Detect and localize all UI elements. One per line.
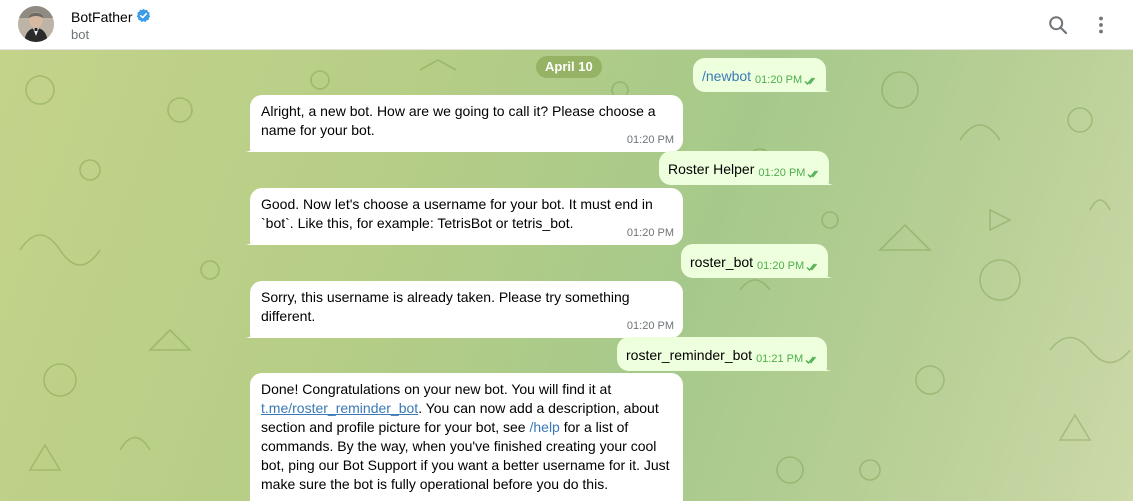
- outgoing-message[interactable]: Roster Helper 01:20 PM: [659, 151, 836, 185]
- message-meta: 01:21 PM: [756, 350, 819, 369]
- message-time: 01:20 PM: [757, 260, 805, 272]
- search-button[interactable]: [1043, 10, 1073, 40]
- chat-name: BotFather: [71, 9, 133, 25]
- chat-subtitle: bot: [71, 27, 90, 42]
- message-text-part: Done! Congratulations on your new bot. Y…: [261, 381, 612, 397]
- bubble-tail: [825, 175, 836, 185]
- message-meta: 01:20 PM: [758, 164, 821, 183]
- double-check-icon: [804, 77, 816, 85]
- bubble-tail: [244, 328, 254, 338]
- chat-area[interactable]: April 10 /newbot 01:20 PM Alright, a new …: [0, 50, 1133, 501]
- bot-link[interactable]: t.me/roster_reminder_bot: [261, 400, 418, 416]
- message-time: 01:20 PM: [626, 320, 674, 332]
- message-meta: 01:20 PM: [755, 71, 818, 90]
- bubble-tail: [823, 361, 834, 371]
- message-time: 01:20 PM: [758, 167, 806, 179]
- chat-title[interactable]: BotFather: [71, 8, 151, 26]
- bubble-tail: [244, 235, 254, 245]
- double-check-icon: [806, 263, 818, 271]
- message-text: roster_reminder_bot: [626, 347, 753, 363]
- chat-header: BotFather bot: [0, 0, 1133, 50]
- incoming-message[interactable]: Good. Now let's choose a username for yo…: [244, 188, 683, 245]
- bubble-tail: [822, 82, 833, 92]
- outgoing-message[interactable]: roster_bot 01:20 PM: [681, 244, 835, 278]
- message-text: Good. Now let's choose a username for yo…: [261, 196, 653, 231]
- verified-badge-icon: [136, 8, 151, 26]
- avatar[interactable]: [18, 6, 54, 42]
- search-icon: [1049, 16, 1068, 35]
- bubble-tail: [244, 142, 254, 152]
- message-text: roster_bot: [690, 254, 754, 270]
- more-menu-button[interactable]: [1086, 10, 1116, 40]
- date-separator: April 10: [536, 56, 602, 78]
- outgoing-message[interactable]: /newbot 01:20 PM: [693, 58, 833, 92]
- more-vertical-icon: [1099, 16, 1103, 34]
- incoming-message[interactable]: Sorry, this username is already taken. P…: [244, 281, 683, 338]
- outgoing-message[interactable]: roster_reminder_bot 01:21 PM: [617, 337, 834, 371]
- message-time: 01:20 PM: [626, 134, 674, 146]
- message-time: 01:21 PM: [756, 353, 804, 365]
- message-text[interactable]: /newbot: [702, 68, 751, 84]
- bubble-tail: [824, 268, 835, 278]
- help-command-link[interactable]: /help: [529, 419, 559, 435]
- incoming-message[interactable]: Alright, a new bot. How are we going to …: [244, 95, 683, 152]
- message-text: Sorry, this username is already taken. P…: [261, 289, 630, 324]
- message-time: 01:20 PM: [755, 74, 803, 86]
- message-time: 01:20 PM: [626, 227, 674, 239]
- message-text: Roster Helper: [668, 161, 755, 177]
- message-text: Alright, a new bot. How are we going to …: [261, 103, 656, 138]
- message-meta: 01:20 PM: [757, 257, 820, 276]
- double-check-icon: [805, 356, 817, 364]
- double-check-icon: [807, 170, 819, 178]
- incoming-message[interactable]: Done! Congratulations on your new bot. Y…: [250, 373, 683, 501]
